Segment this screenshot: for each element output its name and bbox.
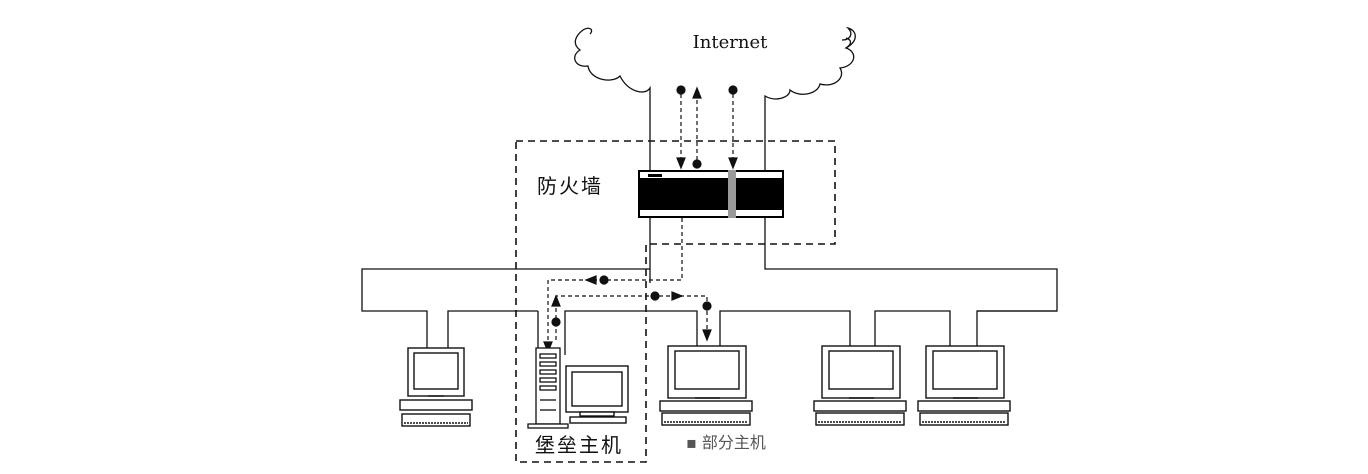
internet-label: Internet bbox=[693, 32, 768, 53]
workstation-icon bbox=[399, 347, 473, 427]
workstation-icon bbox=[813, 345, 907, 426]
firewall-label: 防火墙 bbox=[537, 174, 603, 198]
internet-links bbox=[649, 115, 766, 170]
faint-caption: ▪ 部分主机 bbox=[686, 433, 766, 452]
inbound-traffic-arrows bbox=[676, 85, 738, 170]
bastion-traffic-paths bbox=[543, 218, 712, 354]
bastion-host-label: 堡垒主机 bbox=[535, 433, 623, 457]
bastion-monitor-icon bbox=[565, 365, 629, 424]
server-tower-icon bbox=[527, 347, 569, 429]
workstation-icon bbox=[917, 345, 1011, 426]
network-diagram: Internet 防火墙 堡垒主机 ▪ 部分主机 bbox=[361, 26, 1058, 463]
firewall-device-icon bbox=[638, 170, 784, 218]
workstation-icon bbox=[659, 345, 753, 426]
